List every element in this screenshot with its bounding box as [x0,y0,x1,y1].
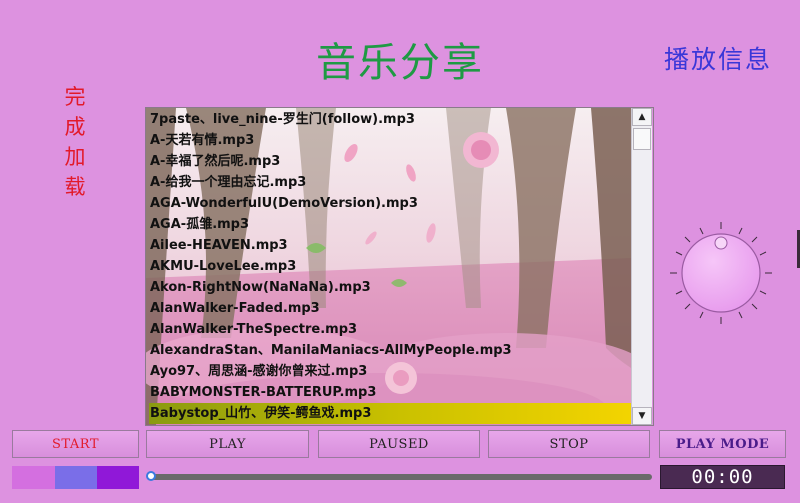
color-swatch-purple[interactable] [97,466,139,489]
color-swatch-blue[interactable] [55,466,97,489]
volume-knob[interactable] [668,220,774,326]
stop-button[interactable]: STOP [488,430,650,458]
song-item[interactable]: Akon-RightNow(NaNaNa).mp3 [149,277,631,298]
load-status-char: 成 [64,115,86,139]
song-item-selected[interactable]: Babystop_山竹、伊笑-鳄鱼戏.mp3 [149,403,631,424]
load-status-vertical: 完 成 加 载 [60,82,90,202]
pause-button[interactable]: PAUSED [318,430,480,458]
scroll-up-icon[interactable]: ▲ [632,108,652,126]
progress-handle[interactable] [146,471,156,481]
song-list: 7paste、live_nine-罗生门(follow).mp3 A-天若有情.… [149,109,631,424]
song-item[interactable]: AlanWalker-Faded.mp3 [149,298,631,319]
song-item[interactable]: AlexandraStan、ManilaManiacs-AllMyPeople.… [149,340,631,361]
song-item[interactable]: 7paste、live_nine-罗生门(follow).mp3 [149,109,631,130]
playlist-box[interactable]: 7paste、live_nine-罗生门(follow).mp3 A-天若有情.… [145,107,654,426]
scroll-down-icon[interactable]: ▼ [632,407,652,425]
song-item[interactable]: Ayo97、周思涵-感谢你曾来过.mp3 [149,361,631,382]
load-status-char: 载 [64,175,86,199]
app-title: 音乐分享 [316,40,484,86]
color-swatch-pink[interactable] [12,466,55,489]
progress-track[interactable] [148,474,652,480]
play-info-label: 播放信息 [664,45,773,74]
song-item[interactable]: A-天若有情.mp3 [149,130,631,151]
song-item[interactable]: A-幸福了然后呢.mp3 [149,151,631,172]
load-status-char: 加 [64,145,86,169]
song-item[interactable]: A-给我一个理由忘记.mp3 [149,172,631,193]
load-status-char: 完 [64,85,86,109]
play-mode-button[interactable]: PLAY MODE [659,430,786,458]
song-item[interactable]: AKMU-LoveLee.mp3 [149,256,631,277]
playlist-scrollbar[interactable]: ▲ ▼ [631,108,652,425]
song-item[interactable]: AlanWalker-TheSpectre.mp3 [149,319,631,340]
start-button[interactable]: START [12,430,139,458]
song-item[interactable]: AGA-孤雏.mp3 [149,214,631,235]
scrollbar-thumb[interactable] [633,128,651,150]
play-button[interactable]: PLAY [146,430,309,458]
song-item[interactable]: BABYMONSTER-BATTERUP.mp3 [149,382,631,403]
time-display: 00:00 [660,465,785,489]
song-item[interactable]: Ailee-HEAVEN.mp3 [149,235,631,256]
song-item[interactable]: AGA-WonderfulU(DemoVersion).mp3 [149,193,631,214]
